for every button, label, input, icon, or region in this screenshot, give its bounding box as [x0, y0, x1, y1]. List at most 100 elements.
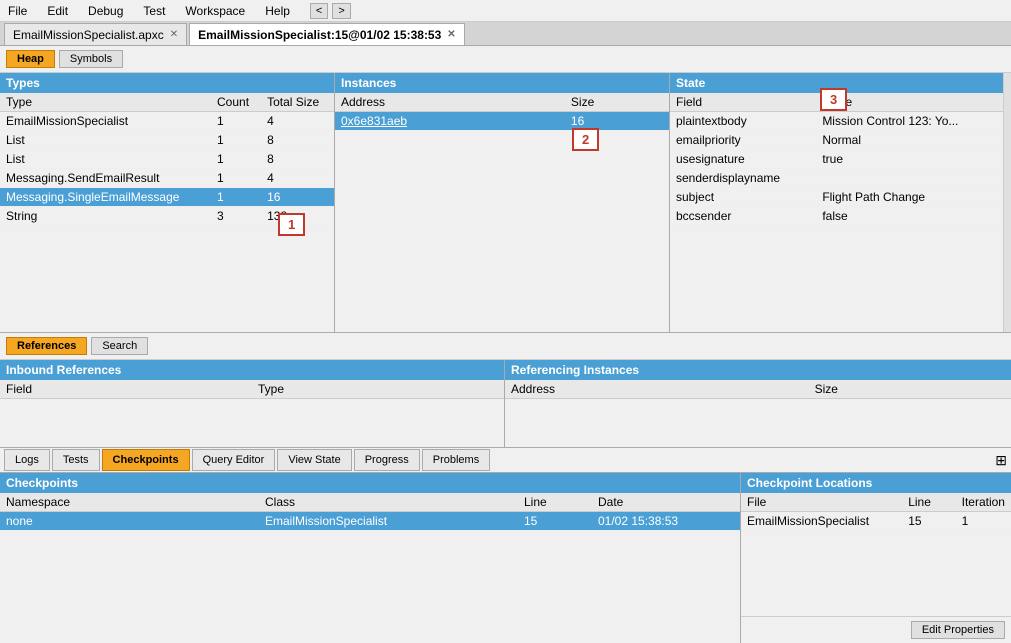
state-table-container[interactable]: Field Value plaintextbody Mission Contro…	[670, 93, 1003, 332]
state-col-value: Value	[816, 93, 1003, 112]
field-cell: senderdisplayname	[670, 169, 816, 188]
menu-edit[interactable]: Edit	[43, 2, 72, 20]
table-row[interactable]: List 1 8	[0, 131, 334, 150]
expand-icon[interactable]: ⊞	[995, 452, 1007, 469]
inbound-col-type: Type	[252, 380, 504, 399]
tab-progress[interactable]: Progress	[354, 449, 420, 471]
inbound-panel-header: Inbound References	[0, 360, 504, 380]
table-row[interactable]: plaintextbody Mission Control 123: Yo...	[670, 112, 1003, 131]
state-table: Field Value plaintextbody Mission Contro…	[670, 93, 1003, 226]
references-button[interactable]: References	[6, 337, 87, 355]
size-cell: 16	[565, 112, 669, 131]
count-cell: 3	[211, 207, 261, 226]
tab-heap-session-label: EmailMissionSpecialist:15@01/02 15:38:53	[198, 28, 441, 42]
tab-logs[interactable]: Logs	[4, 449, 50, 471]
size-cell: 4	[261, 169, 334, 188]
locations-col-iteration: Iteration	[956, 493, 1011, 512]
tab-view-state[interactable]: View State	[277, 449, 351, 471]
edit-properties-button[interactable]: Edit Properties	[911, 621, 1005, 639]
size-cell: 8	[261, 150, 334, 169]
table-row[interactable]: usesignature true	[670, 150, 1003, 169]
table-row[interactable]: Messaging.SendEmailResult 1 4	[0, 169, 334, 188]
size-cell: 8	[261, 131, 334, 150]
inbound-table-container[interactable]: Field Type	[0, 380, 504, 447]
referencing-table-container[interactable]: Address Size	[505, 380, 1011, 447]
type-cell: Messaging.SingleEmailMessage	[0, 188, 211, 207]
referencing-table: Address Size	[505, 380, 1011, 399]
instances-table: Address Size 0x6e831aeb 16	[335, 93, 669, 131]
table-row[interactable]: senderdisplayname	[670, 169, 1003, 188]
menu-debug[interactable]: Debug	[84, 2, 127, 20]
checkpoint-locations-table: File Line Iteration EmailMissionSpeciali…	[741, 493, 1011, 531]
type-cell: List	[0, 150, 211, 169]
table-row[interactable]: 0x6e831aeb 16	[335, 112, 669, 131]
inbound-col-field: Field	[0, 380, 252, 399]
tab-problems[interactable]: Problems	[422, 449, 490, 471]
nav-forward-button[interactable]: >	[332, 3, 350, 19]
tab-checkpoints[interactable]: Checkpoints	[102, 449, 190, 471]
inbound-panel: Inbound References Field Type	[0, 360, 505, 447]
checkpoints-col-date: Date	[592, 493, 740, 512]
checkpoints-col-namespace: Namespace	[0, 493, 259, 512]
field-cell: emailpriority	[670, 131, 816, 150]
value-cell: true	[816, 150, 1003, 169]
checkpoints-col-line: Line	[518, 493, 592, 512]
types-col-count: Count	[211, 93, 261, 112]
table-row[interactable]: bccsender false	[670, 207, 1003, 226]
scrollbar[interactable]	[1003, 73, 1011, 332]
state-panel: State Field Value plaintextbody Mission …	[670, 73, 1003, 332]
value-cell: Mission Control 123: Yo...	[816, 112, 1003, 131]
table-row[interactable]: emailpriority Normal	[670, 131, 1003, 150]
table-row[interactable]: EmailMissionSpecialist 15 1	[741, 512, 1011, 531]
types-col-size: Total Size	[261, 93, 334, 112]
inbound-table: Field Type	[0, 380, 504, 399]
value-cell: Flight Path Change	[816, 188, 1003, 207]
table-row[interactable]: Messaging.SingleEmailMessage 1 16	[0, 188, 334, 207]
type-cell: List	[0, 131, 211, 150]
menu-file[interactable]: File	[4, 2, 31, 20]
size-cell: 138	[261, 207, 334, 226]
checkpoint-locations-table-container[interactable]: File Line Iteration EmailMissionSpeciali…	[741, 493, 1011, 616]
instances-col-address: Address	[335, 93, 565, 112]
referencing-panel-header: Referencing Instances	[505, 360, 1011, 380]
tab-tests[interactable]: Tests	[52, 449, 100, 471]
instances-panel-header: Instances	[335, 73, 669, 93]
tab-apxc-label: EmailMissionSpecialist.apxc	[13, 28, 164, 42]
table-row[interactable]: none EmailMissionSpecialist 15 01/02 15:…	[0, 512, 740, 531]
heap-button[interactable]: Heap	[6, 50, 55, 68]
size-cell: 16	[261, 188, 334, 207]
tab-heap-session-close[interactable]: ✕	[447, 29, 455, 40]
search-button[interactable]: Search	[91, 337, 148, 355]
value-cell	[816, 169, 1003, 188]
checkpoints-table-container[interactable]: Namespace Class Line Date none EmailMiss…	[0, 493, 740, 643]
tab-heap-session[interactable]: EmailMissionSpecialist:15@01/02 15:38:53…	[189, 23, 465, 45]
field-cell: usesignature	[670, 150, 816, 169]
tab-apxc[interactable]: EmailMissionSpecialist.apxc ✕	[4, 23, 187, 45]
tab-query-editor[interactable]: Query Editor	[192, 449, 276, 471]
references-section: References Search Inbound References Fie…	[0, 333, 1011, 447]
nav-back-button[interactable]: <	[310, 3, 328, 19]
menu-help[interactable]: Help	[261, 2, 294, 20]
table-row[interactable]: subject Flight Path Change	[670, 188, 1003, 207]
symbols-button[interactable]: Symbols	[59, 50, 123, 68]
referencing-panel: Referencing Instances Address Size	[505, 360, 1011, 447]
instances-table-container[interactable]: Address Size 0x6e831aeb 16	[335, 93, 669, 332]
menu-workspace[interactable]: Workspace	[181, 2, 249, 20]
view-buttons: Heap Symbols	[0, 46, 1011, 73]
menu-bar: File Edit Debug Test Workspace Help < >	[0, 0, 1011, 22]
type-cell: String	[0, 207, 211, 226]
menu-test[interactable]: Test	[139, 2, 169, 20]
types-table-container[interactable]: Type Count Total Size EmailMissionSpecia…	[0, 93, 334, 332]
count-cell: 1	[211, 169, 261, 188]
date-cell: 01/02 15:38:53	[592, 512, 740, 531]
tab-bar: EmailMissionSpecialist.apxc ✕ EmailMissi…	[0, 22, 1011, 46]
table-row[interactable]: String 3 138	[0, 207, 334, 226]
main-content: Types Type Count Total Size EmailMission…	[0, 73, 1011, 447]
table-row[interactable]: List 1 8	[0, 150, 334, 169]
tab-apxc-close[interactable]: ✕	[170, 29, 178, 40]
count-cell: 1	[211, 150, 261, 169]
table-row[interactable]: EmailMissionSpecialist 1 4	[0, 112, 334, 131]
line-cell: 15	[902, 512, 955, 531]
address-cell: 0x6e831aeb	[335, 112, 565, 131]
locations-col-file: File	[741, 493, 902, 512]
